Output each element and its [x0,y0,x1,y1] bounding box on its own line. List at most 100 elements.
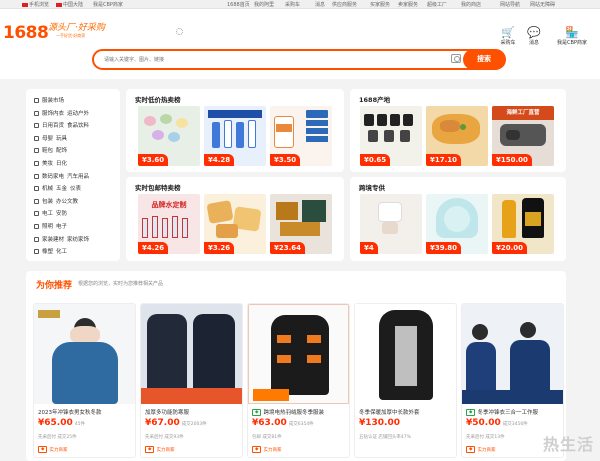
message-link[interactable]: 💬 消息 [514,26,554,46]
product-tile[interactable]: ¥4.28 [204,106,266,166]
category-link[interactable]: 玩具 [56,136,67,142]
category-link[interactable]: 仪表 [70,186,81,192]
product-meta: 包邮 成交81件 [252,435,282,440]
topbar-mobile[interactable]: 手机浏览 [22,1,49,8]
origin-title: 1688产地 [359,96,391,104]
category-row[interactable]: 美妆 日化 [34,159,67,167]
topbar-supplier[interactable]: 供应商服务 [332,1,357,8]
product-tile[interactable]: ¥3.60 [138,106,200,166]
topbar-store[interactable]: 我的商店 [461,1,481,8]
tile-price: ¥23.64 [270,242,306,254]
category-link[interactable]: 母婴 [42,136,53,142]
category-link[interactable]: 办公文教 [56,199,78,205]
category-link[interactable]: 化工 [56,249,67,255]
category-link[interactable]: 家装建材 [42,237,64,243]
category-row[interactable]: 服饰内衣 运动户外 [34,109,89,117]
product-tile[interactable]: 品牌水定制 ¥4.26 [138,194,200,254]
category-icon [34,236,39,242]
logo[interactable]: 1688 [3,23,49,43]
category-icon [34,211,39,217]
category-icon [34,123,39,129]
header: 1688 源头厂·好采购 一手好货·好商家 搜索 🛒采购车 💬消息 🏪我是CBP… [0,9,600,79]
category-row[interactable]: 日用百货 食品饮料 [34,121,89,129]
recommend-title: 为你推荐 [36,281,73,291]
tile-price: ¥0.65 [360,154,391,166]
category-link[interactable]: 安防 [56,211,67,217]
product-tile[interactable]: ¥3.26 [204,194,266,254]
topbar-nav[interactable]: 网站导航 [500,1,520,8]
tile-price: ¥4 [360,242,378,254]
category-link[interactable]: 鞋包 [42,148,53,154]
product-image [34,304,135,404]
product-tile[interactable]: ¥3.50 [270,106,332,166]
topbar-home[interactable]: 1688首页 [227,1,250,8]
product-tile[interactable]: ¥17.10 [426,106,488,166]
category-link[interactable]: 电工 [42,211,53,217]
category-link[interactable]: 包装 [42,199,53,205]
product-price: ¥50.00 成交3456件 [466,418,528,428]
category-link[interactable]: 配饰 [56,148,67,154]
category-link[interactable]: 食品饮料 [67,123,89,129]
category-row[interactable]: 包装 办公文教 [34,197,78,205]
product-meta: 先采后付 成交13件 [466,435,505,440]
category-row[interactable]: 电工 安防 [34,209,67,217]
category-row[interactable]: 机械 五金 仪表 [34,184,81,192]
category-link[interactable]: 日化 [56,161,67,167]
product-image [141,304,242,404]
store-link[interactable]: 🏪 我是CBP商家 [552,26,592,46]
category-row[interactable]: 橡塑 化工 [34,247,67,255]
category-icon [34,161,39,166]
category-row[interactable]: 鞋包 配饰 [34,146,67,154]
category-row[interactable]: 家装建材 家纺家饰 [34,235,89,243]
topbar-accessibility[interactable]: 网站无障碍 [530,1,555,8]
category-link[interactable]: 电子 [56,224,67,230]
category-link[interactable]: 日用百货 [42,123,64,129]
watermark: 热生活 [542,435,594,454]
category-link[interactable]: 服装市场 [42,98,64,104]
free-banner: 品牌水定制 [151,201,187,209]
category-link[interactable]: 数码家电 [42,174,64,180]
product-tile[interactable]: ¥0.65 [360,106,422,166]
camera-icon[interactable] [451,54,461,63]
topbar-buyer[interactable]: 买家服务 [370,1,390,8]
category-link[interactable]: 照明 [42,224,53,230]
product-card[interactable]: ◆ 跨境电热羽绒服冬季服装 ¥63.00 成交6354件 包邮 成交81件 ◆ 实力商… [247,303,350,458]
product-tile[interactable]: ¥20.00 [492,194,554,254]
topbar-factory[interactable]: 超级工厂 [427,1,447,8]
category-link[interactable]: 运动户外 [67,111,89,117]
topbar-messages[interactable]: 消息 [315,1,325,8]
product-tile[interactable]: 海鲜工厂直营 ¥150.00 [492,106,554,166]
category-row[interactable]: 照明 电子 [34,222,67,230]
topbar-cart[interactable]: 采购车 [285,1,300,8]
topbar-region[interactable]: 中国大陆 [56,1,83,8]
tile-price: ¥3.50 [270,154,301,166]
topbar-my[interactable]: 我的阿里 [254,1,274,8]
category-link[interactable]: 机械 [42,186,53,192]
topbar-seller[interactable]: 卖家服务 [398,1,418,8]
product-meta: 先采后付 成交93件 [145,435,184,440]
product-card[interactable]: 冬季保暖加厚中长款外套 ¥130.00 五钻认证 店铺回头率47% [354,303,457,458]
cross-border-panel: 跨境专供 ¥4 ¥39.80 ¥20.00 [350,177,566,261]
store-icon: 🏪 [565,26,579,39]
category-row[interactable]: 服装市场 [34,96,64,104]
category-link[interactable]: 橡塑 [42,249,53,255]
category-link[interactable]: 家纺家饰 [67,237,89,243]
category-link[interactable]: 五金 [56,186,67,192]
seller-badge: ◆ 实力商家 [252,446,281,453]
product-card[interactable]: 2023年冲锋衣男女秋冬款 ¥65.00 45件 先采后付 成交25件 ◆ 实力商家 [33,303,136,458]
category-link[interactable]: 汽车用品 [67,174,89,180]
category-link[interactable]: 美妆 [42,161,53,167]
product-tile[interactable]: ¥23.64 [270,194,332,254]
free-title: 实时包邮特卖榜 [135,184,181,192]
search-input[interactable] [104,54,424,65]
search-button[interactable]: 搜索 [463,49,505,70]
product-tile[interactable]: ¥4 [360,194,422,254]
product-tile[interactable]: ¥39.80 [426,194,488,254]
category-link[interactable]: 服饰内衣 [42,111,64,117]
category-row[interactable]: 母婴 玩具 [34,134,67,142]
product-title: 2023年冲锋衣男女秋冬款 [38,410,102,416]
product-card[interactable]: 加厚多功能防寒服 ¥67.00 成交2003件 先采后付 成交93件 ◆ 实力商家 [140,303,243,458]
origin-panel: 1688产地 ¥0.65 ¥17.10 海鲜工厂直营 ¥150.00 [350,89,566,172]
topbar-cbp[interactable]: 我是CBP商家 [93,1,123,8]
category-row[interactable]: 数码家电 汽车用品 [34,172,89,180]
